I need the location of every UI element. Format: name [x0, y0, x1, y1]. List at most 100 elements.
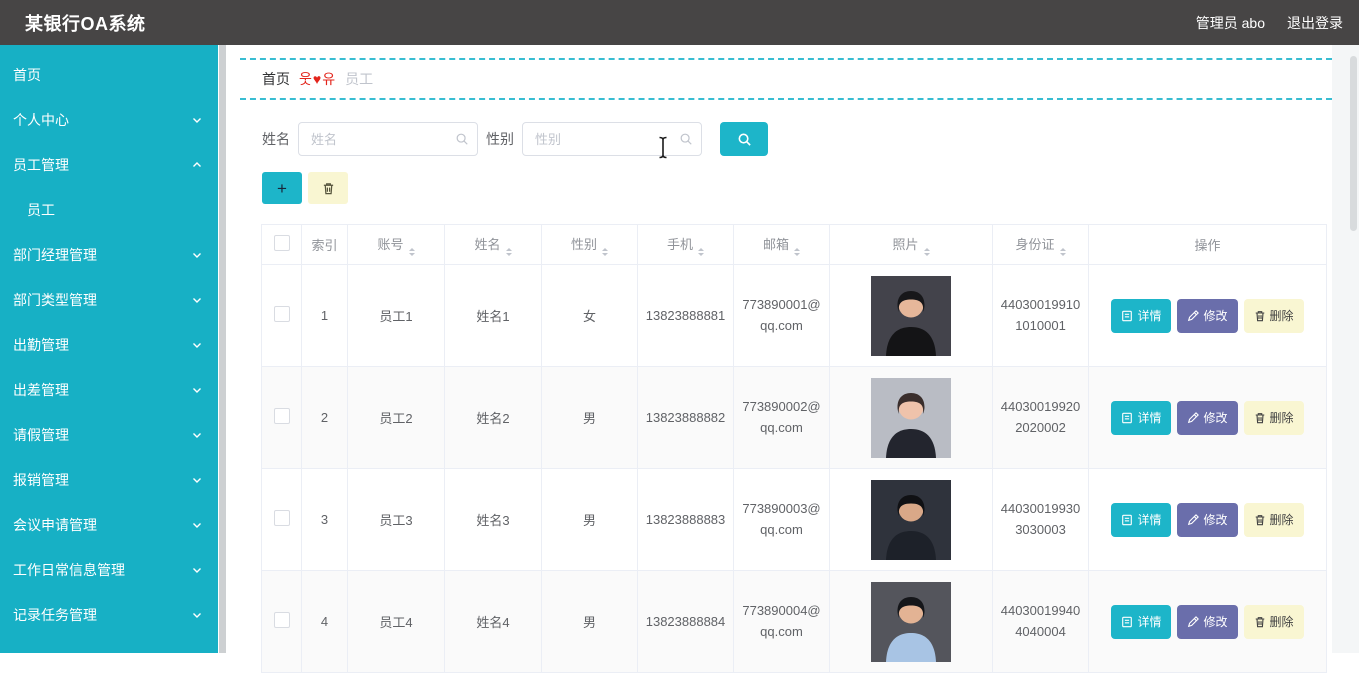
logout-link[interactable]: 退出登录: [1287, 13, 1343, 33]
chevron-down-icon: [191, 384, 203, 396]
index-cell: 3: [301, 468, 348, 571]
edit-button[interactable]: 修改: [1177, 502, 1238, 537]
sidebar-item-11[interactable]: 工作日常信息管理: [0, 547, 218, 592]
sidebar-item-4[interactable]: 部门经理管理: [0, 232, 218, 277]
phone-cell: 13823888883: [637, 468, 734, 571]
sort-caret-icon[interactable]: [408, 247, 415, 256]
page-scrollbar-thumb[interactable]: [1350, 56, 1357, 231]
sidebar-item-label: 员工管理: [13, 156, 69, 173]
row-checkbox[interactable]: [273, 306, 290, 322]
edit-button[interactable]: 修改: [1177, 400, 1238, 435]
detail-button[interactable]: 详情: [1111, 502, 1172, 537]
detail-button[interactable]: 详情: [1111, 604, 1172, 639]
phone-cell: 13823888881: [637, 264, 734, 367]
column-header-label: 账号: [377, 236, 404, 252]
sidebar-item-label: 员工: [27, 201, 55, 218]
gender-cell: 女: [541, 264, 638, 367]
edit-button-label: 修改: [1203, 513, 1228, 527]
idcard-cell: 44030019920 2020002: [992, 366, 1089, 469]
add-button[interactable]: +: [262, 172, 302, 204]
name-search-input[interactable]: [298, 122, 478, 156]
sidebar-item-label: 会议申请管理: [13, 516, 97, 533]
detail-button[interactable]: 详情: [1111, 400, 1172, 435]
detail-icon: [1121, 310, 1133, 322]
idcard-cell: 44030019910 1010001: [992, 264, 1089, 367]
sidebar-item-9[interactable]: 报销管理: [0, 457, 218, 502]
delete-button[interactable]: 删除: [1243, 400, 1304, 435]
table-row-3: 4 员工4 姓名4 男 13823888884 773890004@ qq.com 4403…: [261, 570, 1327, 673]
idcard-cell: 44030019940 4040004: [992, 570, 1089, 673]
chevron-down-icon: [191, 249, 203, 261]
sidebar-item-6[interactable]: 出勤管理: [0, 322, 218, 367]
sort-caret-icon[interactable]: [794, 247, 800, 256]
name-search-label: 姓名: [262, 131, 290, 147]
sidebar-item-2[interactable]: 员工管理: [0, 142, 218, 187]
phone-cell: 13823888882: [637, 366, 734, 469]
column-header-0: [261, 224, 302, 265]
sidebar-subitem-3[interactable]: 员工: [0, 187, 218, 232]
column-header-3[interactable]: 姓名: [444, 224, 542, 265]
column-header-4[interactable]: 性别: [541, 224, 638, 265]
sidebar-item-label: 请假管理: [13, 426, 69, 443]
column-header-label: 姓名: [474, 236, 501, 252]
sidebar-item-7[interactable]: 出差管理: [0, 367, 218, 412]
row-checkbox[interactable]: [273, 510, 290, 526]
gender-search-input[interactable]: [522, 122, 702, 156]
sidebar-item-10[interactable]: 会议申请管理: [0, 502, 218, 547]
delete-button-label: 删除: [1269, 309, 1294, 323]
batch-delete-button[interactable]: [308, 172, 348, 204]
edit-button-label: 修改: [1203, 615, 1228, 629]
delete-button-label: 删除: [1269, 411, 1294, 425]
column-header-label: 手机: [666, 236, 693, 252]
delete-icon: [1254, 310, 1266, 322]
main-content: 首页 웃♥유 员工 姓名 性别 +: [226, 45, 1332, 673]
delete-button[interactable]: 删除: [1243, 502, 1304, 537]
sort-caret-icon[interactable]: [1059, 247, 1066, 256]
edit-button[interactable]: 修改: [1177, 298, 1238, 333]
employee-photo: [871, 377, 951, 458]
delete-button-label: 删除: [1269, 513, 1294, 527]
breadcrumb-home-link[interactable]: 首页: [262, 69, 290, 89]
select-all-checkbox[interactable]: [273, 235, 290, 251]
row-checkbox[interactable]: [273, 408, 290, 424]
sidebar-item-5[interactable]: 部门类型管理: [0, 277, 218, 322]
column-header-6[interactable]: 邮箱: [733, 224, 830, 265]
delete-button[interactable]: 删除: [1243, 298, 1304, 333]
sidebar-item-12[interactable]: 记录任务管理: [0, 592, 218, 637]
edit-button-label: 修改: [1203, 411, 1228, 425]
search-button[interactable]: [720, 122, 768, 156]
edit-icon: [1187, 411, 1200, 424]
sidebar-item-8[interactable]: 请假管理: [0, 412, 218, 457]
sidebar-item-label: 工作日常信息管理: [13, 561, 125, 578]
column-header-7[interactable]: 照片: [829, 224, 993, 265]
sort-caret-icon[interactable]: [602, 247, 608, 256]
employee-photo: [871, 581, 951, 662]
edit-button[interactable]: 修改: [1177, 604, 1238, 639]
breadcrumb-current: 员工: [345, 71, 374, 87]
sidebar-item-label: 部门经理管理: [13, 246, 97, 263]
sort-caret-icon[interactable]: [505, 247, 512, 256]
column-header-8[interactable]: 身份证: [992, 224, 1089, 265]
sidebar-scrollbar[interactable]: [219, 45, 226, 653]
sort-caret-icon[interactable]: [923, 247, 930, 256]
column-header-5[interactable]: 手机: [637, 224, 734, 265]
name-cell: 姓名3: [444, 468, 542, 571]
column-header-label: 操作: [1194, 238, 1221, 253]
name-cell: 姓名1: [444, 264, 542, 367]
column-header-2[interactable]: 账号: [347, 224, 445, 265]
table-row-1: 2 员工2 姓名2 男 13823888882 773890002@ qq.com 4403…: [261, 366, 1327, 469]
column-header-label: 邮箱: [762, 236, 789, 252]
sidebar-item-0[interactable]: 首页: [0, 52, 218, 97]
delete-button[interactable]: 删除: [1243, 604, 1304, 639]
search-bar: 姓名 性别: [262, 122, 1332, 156]
sidebar-item-label: 个人中心: [13, 111, 69, 128]
actions-cell: 详情 修改 删除: [1088, 570, 1327, 673]
table-row-0: 1 员工1 姓名1 女 13823888881 773890001@ qq.com 4403…: [261, 264, 1327, 367]
email-cell: 773890002@ qq.com: [733, 366, 830, 469]
index-cell: 1: [301, 264, 348, 367]
detail-button[interactable]: 详情: [1111, 298, 1172, 333]
row-checkbox[interactable]: [273, 612, 290, 628]
sidebar-item-1[interactable]: 个人中心: [0, 97, 218, 142]
sort-caret-icon[interactable]: [698, 247, 704, 256]
sidebar-item-label: 出勤管理: [13, 336, 69, 353]
